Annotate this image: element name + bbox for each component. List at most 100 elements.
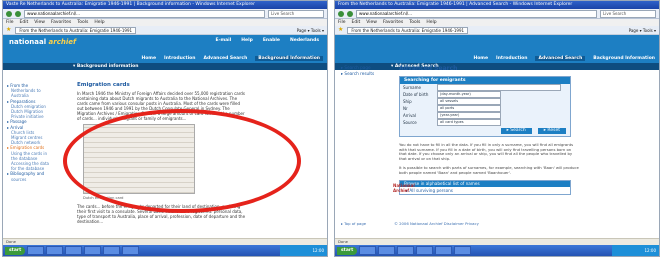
- taskbar-item[interactable]: [122, 246, 140, 255]
- nav-background-information[interactable]: Background Information: [593, 56, 655, 61]
- sidebar-item-search-results[interactable]: ▸ Search results: [341, 71, 374, 77]
- nav-introduction[interactable]: Introduction: [164, 56, 195, 61]
- reset-button[interactable]: ▸ Reset: [537, 128, 566, 134]
- nav-home[interactable]: Home: [141, 56, 156, 61]
- enable-link[interactable]: Enable: [263, 38, 280, 43]
- menu-view[interactable]: View: [366, 19, 377, 26]
- form-row: Surname: [400, 84, 570, 91]
- email-link[interactable]: E-mail: [216, 38, 232, 43]
- command-bar-tools[interactable]: Page ▾ Tools ▾: [297, 28, 324, 33]
- form-row: Nr all ports: [400, 105, 570, 112]
- sidebar-nav: ▸ Search page ▸ Search results: [341, 65, 374, 77]
- favorites-star-icon[interactable]: ★: [6, 27, 11, 33]
- menu-favorites[interactable]: Favorites: [51, 19, 71, 26]
- nav-advanced-search[interactable]: Advanced Search: [203, 56, 247, 61]
- main-nav: Home Introduction Advanced Search Backgr…: [473, 56, 655, 61]
- start-button[interactable]: start: [337, 246, 358, 255]
- status-bar: Done: [3, 238, 327, 245]
- site-logo[interactable]: nationaal archief: [9, 38, 76, 46]
- field-label: Surname: [403, 85, 421, 90]
- browse-box: Browse in alphabetical list of names ▸ A…: [399, 180, 571, 196]
- top-of-page-link[interactable]: ▸ Top of page: [341, 221, 366, 226]
- menu-file[interactable]: File: [338, 19, 346, 26]
- field-input[interactable]: [437, 84, 561, 91]
- favorites-bar: ★ From the Netherlands to Australia: Emi…: [335, 26, 659, 35]
- field-input[interactable]: (year-year): [437, 112, 501, 119]
- menu-help[interactable]: Help: [426, 19, 436, 26]
- utility-links: E-mail Help Enable Nederlands: [216, 38, 320, 43]
- red-annotation-oval: [63, 109, 301, 213]
- field-label: Nr: [403, 106, 408, 111]
- taskbar-item[interactable]: [84, 246, 102, 255]
- forward-icon[interactable]: [15, 10, 21, 17]
- window-title: Vaste Re Netherlands to Australia: Emigr…: [3, 1, 327, 9]
- field-input[interactable]: all ports: [437, 105, 501, 112]
- taskbar-item[interactable]: [416, 246, 434, 255]
- back-icon[interactable]: [6, 10, 12, 17]
- taskbar-item[interactable]: [46, 246, 64, 255]
- form-row: Date of birth (day-month-year): [400, 91, 570, 98]
- left-browser-window: Vaste Re Netherlands to Australia: Emigr…: [2, 0, 328, 257]
- field-label: Ship: [403, 99, 412, 104]
- menu-file[interactable]: File: [6, 19, 14, 26]
- taskbar-item[interactable]: [65, 246, 83, 255]
- taskbar-item[interactable]: [103, 246, 121, 255]
- field-label: Source: [403, 120, 417, 125]
- taskbar-item[interactable]: [359, 246, 377, 255]
- form-row: Source all card types: [400, 119, 570, 126]
- site-header: Home Introduction Advanced Search Backgr…: [335, 35, 659, 63]
- nav-home[interactable]: Home: [473, 56, 488, 61]
- right-browser-window: From the Netherlands to Australia: Emigr…: [334, 0, 660, 257]
- menu-favorites[interactable]: Favorites: [383, 19, 403, 26]
- menu-help[interactable]: Help: [94, 19, 104, 26]
- menu-bar: File Edit View Favorites Tools Help: [335, 19, 659, 26]
- taskbar-item[interactable]: [454, 246, 472, 255]
- menu-view[interactable]: View: [34, 19, 45, 26]
- address-input[interactable]: www.nationaalarchief.nl/...: [24, 9, 265, 18]
- menu-tools[interactable]: Tools: [77, 19, 88, 26]
- field-input[interactable]: (day-month-year): [437, 91, 501, 98]
- system-tray-clock: 12:00: [280, 245, 327, 256]
- address-bar: www.nationaalarchief.nl/... Live Search: [335, 9, 659, 19]
- taskbar: start 12:00: [3, 245, 327, 256]
- taskbar-item[interactable]: [397, 246, 415, 255]
- window-title: From the Netherlands to Australia: Emigr…: [335, 1, 659, 9]
- help-link[interactable]: Help: [241, 38, 253, 43]
- nederlands-link[interactable]: Nederlands: [290, 38, 319, 43]
- field-input[interactable]: all card types: [437, 119, 501, 126]
- search-button[interactable]: ▸ Search: [500, 128, 532, 134]
- command-bar-tools[interactable]: Page ▾ Tools ▾: [629, 28, 656, 33]
- browse-all-persons-link[interactable]: ▸ All surviving persons: [400, 187, 570, 194]
- sponsor-logo[interactable]: Nationaal Archief: [393, 183, 415, 193]
- menu-edit[interactable]: Edit: [352, 19, 361, 26]
- form-row: Ship all vessels: [400, 98, 570, 105]
- sidebar-item[interactable]: sources: [7, 177, 57, 182]
- browser-tab[interactable]: From the Netherlands to Australia: Emigr…: [15, 26, 137, 34]
- address-input[interactable]: www.nationaalarchief.nl/...: [356, 9, 597, 18]
- nav-advanced-search[interactable]: Advanced Search: [535, 56, 586, 61]
- taskbar: start 12:00: [335, 245, 659, 256]
- field-label: Arrival: [403, 113, 416, 118]
- sidebar-nav: ▸ From the Netherlands to Australia ▸ Prepa…: [7, 83, 57, 182]
- menu-tools[interactable]: Tools: [409, 19, 420, 26]
- forward-icon[interactable]: [347, 10, 353, 17]
- start-button[interactable]: start: [5, 246, 26, 255]
- form-row: Arrival (year-year): [400, 112, 570, 119]
- taskbar-item[interactable]: [27, 246, 45, 255]
- live-search-input[interactable]: Live Search: [600, 9, 656, 18]
- menu-edit[interactable]: Edit: [20, 19, 29, 26]
- site-header: nationaal archief E-mail Help Enable Ned…: [3, 35, 327, 63]
- nav-introduction[interactable]: Introduction: [496, 56, 527, 61]
- search-form: Searching for emigrants Surname Date of b…: [399, 76, 571, 137]
- browser-tab[interactable]: From the Netherlands to Australia: Emigr…: [347, 26, 469, 34]
- field-input[interactable]: all vessels: [437, 98, 501, 105]
- live-search-input[interactable]: Live Search: [268, 9, 324, 18]
- breadcrumb: ▾ Background information: [3, 63, 327, 70]
- favorites-star-icon[interactable]: ★: [338, 27, 343, 33]
- field-label: Date of birth: [403, 92, 429, 97]
- nav-background-information[interactable]: Background Information: [255, 56, 323, 61]
- taskbar-item[interactable]: [378, 246, 396, 255]
- back-icon[interactable]: [338, 10, 344, 17]
- taskbar-item[interactable]: [435, 246, 453, 255]
- system-tray-clock: 12:00: [612, 245, 659, 256]
